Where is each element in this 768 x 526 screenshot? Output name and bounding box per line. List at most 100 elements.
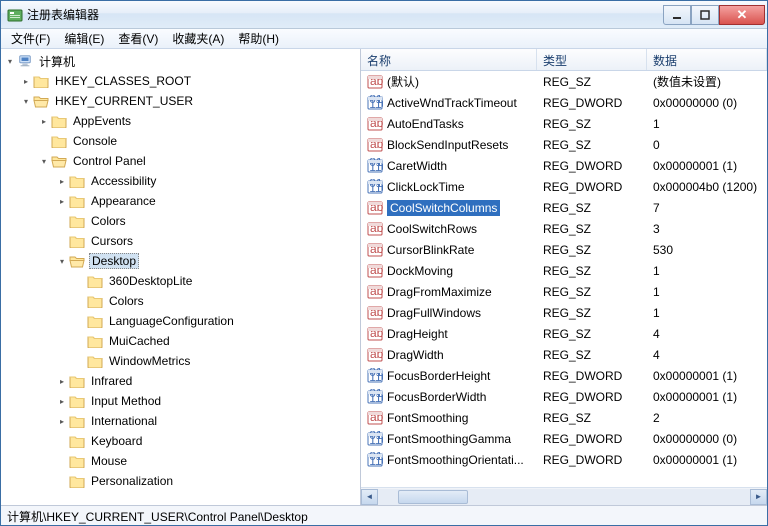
tree-item[interactable]: WindowMetrics <box>75 351 360 371</box>
menu-favorites[interactable]: 收藏夹(A) <box>166 29 230 48</box>
list-row[interactable]: FocusBorderHeightREG_DWORD0x00000001 (1) <box>361 365 767 386</box>
list-row[interactable]: (默认)REG_SZ(数值未设置) <box>361 71 767 92</box>
folder-icon <box>69 394 85 408</box>
tree-item[interactable]: ▸Accessibility <box>57 171 360 191</box>
statusbar: 计算机\HKEY_CURRENT_USER\Control Panel\Desk… <box>1 505 767 525</box>
horizontal-scrollbar[interactable]: ◄ ► <box>361 487 767 505</box>
list-row[interactable]: DragFullWindowsREG_SZ1 <box>361 302 767 323</box>
value-data: 0x00000001 (1) <box>647 369 767 383</box>
string-value-icon <box>367 137 383 153</box>
window-title: 注册表编辑器 <box>27 6 663 23</box>
list-row[interactable]: CaretWidthREG_DWORD0x00000001 (1) <box>361 155 767 176</box>
value-type: REG_SZ <box>537 327 647 341</box>
menu-edit[interactable]: 编辑(E) <box>58 29 110 48</box>
tree-item[interactable]: Keyboard <box>57 431 360 451</box>
tree-pane[interactable]: ▾计算机▸HKEY_CLASSES_ROOT ▾ HKEY_CURRENT_USER… <box>1 49 361 505</box>
list-row[interactable]: DragWidthREG_SZ4 <box>361 344 767 365</box>
list-row[interactable]: DockMovingREG_SZ1 <box>361 260 767 281</box>
tree-item[interactable]: Cursors <box>57 231 360 251</box>
list-row[interactable]: CursorBlinkRateREG_SZ530 <box>361 239 767 260</box>
menu-file[interactable]: 文件(F) <box>5 29 56 48</box>
tree-item-label: Cursors <box>89 234 135 248</box>
tree-item-label: HKEY_CURRENT_USER <box>53 94 195 108</box>
tree-item-label: Desktop <box>89 253 139 269</box>
tree-item[interactable]: ▾Control Panel <box>39 151 360 171</box>
list-row[interactable]: CoolSwitchColumnsREG_SZ7 <box>361 197 767 218</box>
list-row[interactable]: CoolSwitchRowsREG_SZ3 <box>361 218 767 239</box>
tree-item-label: Appearance <box>89 194 158 208</box>
value-name: BlockSendInputResets <box>387 138 508 152</box>
menu-help[interactable]: 帮助(H) <box>232 29 285 48</box>
column-data[interactable]: 数据 <box>647 49 767 70</box>
value-name: FontSmoothingGamma <box>387 432 511 446</box>
tree-item[interactable]: ▸Input Method <box>57 391 360 411</box>
tree-item[interactable]: Colors <box>57 211 360 231</box>
list-row[interactable]: FontSmoothingGammaREG_DWORD0x00000000 (0… <box>361 428 767 449</box>
tree-expander-icon[interactable]: ▾ <box>39 156 49 166</box>
value-name: DragHeight <box>387 327 448 341</box>
list-row[interactable]: FocusBorderWidthREG_DWORD0x00000001 (1) <box>361 386 767 407</box>
scroll-right-arrow[interactable]: ► <box>750 489 767 505</box>
tree-expander-icon[interactable]: ▾ <box>5 56 15 66</box>
tree-item-label: 360DesktopLite <box>107 274 194 288</box>
close-button[interactable]: ✕ <box>719 5 765 25</box>
list-body[interactable]: (默认)REG_SZ(数值未设置)ActiveWndTrackTimeoutRE… <box>361 71 767 487</box>
list-row[interactable]: BlockSendInputResetsREG_SZ0 <box>361 134 767 155</box>
maximize-button[interactable] <box>691 5 719 25</box>
tree-expander-icon[interactable]: ▸ <box>57 176 67 186</box>
list-row[interactable]: ActiveWndTrackTimeoutREG_DWORD0x00000000… <box>361 92 767 113</box>
minimize-button[interactable] <box>663 5 691 25</box>
list-row[interactable]: DragHeightREG_SZ4 <box>361 323 767 344</box>
list-row[interactable]: FontSmoothingOrientati...REG_DWORD0x0000… <box>361 449 767 470</box>
value-type: REG_SZ <box>537 201 647 215</box>
tree-item[interactable]: ▸HKEY_CLASSES_ROOT <box>21 71 360 91</box>
column-name[interactable]: 名称 <box>361 49 537 70</box>
tree-item[interactable]: 360DesktopLite <box>75 271 360 291</box>
list-row[interactable]: FontSmoothingREG_SZ2 <box>361 407 767 428</box>
tree-item[interactable]: ▾ Desktop <box>57 251 360 271</box>
tree-expander-icon[interactable]: ▸ <box>39 116 49 126</box>
tree-item-label: AppEvents <box>71 114 133 128</box>
tree-root[interactable]: ▾计算机 <box>3 51 360 71</box>
column-type[interactable]: 类型 <box>537 49 647 70</box>
string-value-icon <box>367 116 383 132</box>
value-data: 3 <box>647 222 767 236</box>
list-row[interactable]: ClickLockTimeREG_DWORD0x000004b0 (1200) <box>361 176 767 197</box>
value-name: CaretWidth <box>387 159 447 173</box>
tree-item[interactable]: ▸International <box>57 411 360 431</box>
tree-expander-icon[interactable]: ▸ <box>57 376 67 386</box>
folder-icon <box>87 294 103 308</box>
tree-expander-icon[interactable]: ▾ <box>21 96 31 106</box>
titlebar[interactable]: 注册表编辑器 ✕ <box>1 1 767 29</box>
tree-expander-icon[interactable]: ▸ <box>57 416 67 426</box>
tree-item[interactable]: ▸Infrared <box>57 371 360 391</box>
scroll-track[interactable] <box>378 489 750 505</box>
tree-expander-icon[interactable]: ▾ <box>57 256 67 266</box>
tree-expander-icon[interactable]: ▸ <box>57 396 67 406</box>
tree-item[interactable]: Colors <box>75 291 360 311</box>
tree-item[interactable]: Console <box>39 131 360 151</box>
tree-item[interactable]: Personalization <box>57 471 360 491</box>
menu-view[interactable]: 查看(V) <box>112 29 164 48</box>
tree-expander-icon[interactable]: ▸ <box>21 76 31 86</box>
value-name: (默认) <box>387 73 419 90</box>
scroll-thumb[interactable] <box>398 490 468 504</box>
list-row[interactable]: AutoEndTasksREG_SZ1 <box>361 113 767 134</box>
string-value-icon <box>367 263 383 279</box>
value-type: REG_SZ <box>537 285 647 299</box>
scroll-left-arrow[interactable]: ◄ <box>361 489 378 505</box>
tree-item[interactable]: ▸ Appearance <box>57 191 360 211</box>
tree-expander-icon[interactable]: ▸ <box>57 196 67 206</box>
list-row[interactable]: DragFromMaximizeREG_SZ1 <box>361 281 767 302</box>
value-type: REG_DWORD <box>537 369 647 383</box>
tree-item[interactable]: LanguageConfiguration <box>75 311 360 331</box>
tree-item-label: WindowMetrics <box>107 354 192 368</box>
value-data: 1 <box>647 264 767 278</box>
string-value-icon <box>367 221 383 237</box>
regedit-window: 注册表编辑器 ✕ 文件(F) 编辑(E) 查看(V) 收藏夹(A) 帮助(H) … <box>0 0 768 526</box>
tree-item[interactable]: Mouse <box>57 451 360 471</box>
string-value-icon <box>367 326 383 342</box>
tree-item[interactable]: ▾ HKEY_CURRENT_USER <box>21 91 360 111</box>
tree-item[interactable]: MuiCached <box>75 331 360 351</box>
tree-item[interactable]: ▸ AppEvents <box>39 111 360 131</box>
